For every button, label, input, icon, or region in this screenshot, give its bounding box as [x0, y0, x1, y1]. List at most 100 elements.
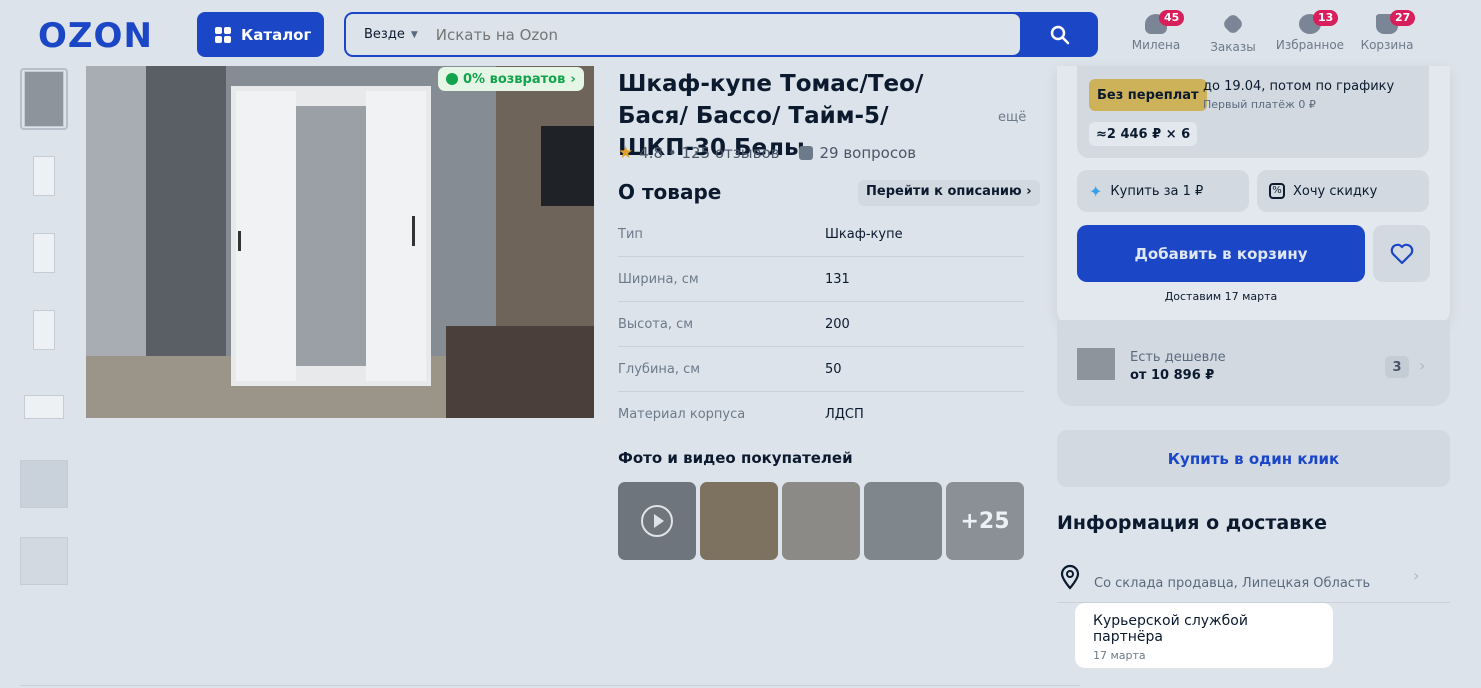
heart-icon	[1390, 243, 1413, 264]
search-bar: Везде ▼	[344, 12, 1098, 57]
chevron-right-icon: ›	[1419, 356, 1426, 375]
spec-row: Высота, см 200	[618, 302, 1024, 347]
returns-badge-label: 0% возвратов	[463, 71, 566, 87]
first-payment: Первый платёж 0 ₽	[1203, 98, 1316, 111]
orders-label: Заказы	[1210, 40, 1256, 54]
title-more-link[interactable]: ещё	[998, 110, 1026, 125]
buy-one-click-button[interactable]: Купить в один клик	[1057, 430, 1450, 487]
gallery-thumbnail[interactable]	[20, 530, 68, 592]
customer-photos-heading: Фото и видео покупателей	[618, 449, 853, 467]
search-icon	[1050, 25, 1070, 44]
rating-reviews-link[interactable]: 4.8 • 125 отзывов	[639, 144, 779, 162]
gallery-thumbnail[interactable]	[20, 453, 68, 515]
location-pin-icon	[1060, 564, 1080, 590]
warehouse-row[interactable]: Со склада продавца, Липецкая Область ›	[1057, 560, 1450, 603]
spec-value: 131	[825, 271, 850, 287]
sparkle-icon: ✦	[1089, 181, 1103, 201]
favorite-button[interactable]	[1373, 225, 1430, 282]
favorites-badge: 13	[1313, 10, 1339, 26]
catalog-button[interactable]: Каталог	[197, 12, 324, 57]
star-icon: ★	[618, 143, 634, 163]
wardrobe-photo	[86, 66, 594, 418]
courier-label: Курьерской службой партнёра	[1093, 613, 1248, 645]
customer-photo[interactable]	[782, 482, 860, 560]
questions-label: 29 вопросов	[819, 144, 917, 162]
profile-label: Милена	[1131, 38, 1181, 52]
goto-description-button[interactable]: Перейти к описанию ›	[858, 180, 1040, 206]
spec-row: Материал корпуса ЛДСП	[618, 392, 1024, 437]
gallery-thumbnail[interactable]	[20, 376, 68, 438]
gallery-thumbnail[interactable]	[20, 299, 68, 361]
play-icon	[641, 505, 673, 537]
customer-photos-more[interactable]: +25	[946, 482, 1024, 560]
spec-row: Тип Шкаф-купе	[618, 212, 1024, 257]
header-cart[interactable]: 27 Корзина	[1347, 10, 1427, 52]
catalog-label: Каталог	[241, 25, 312, 44]
installment-amount: ≈2 446 ₽ × 6	[1089, 122, 1198, 146]
heart-icon: 13	[1299, 10, 1339, 34]
spec-key: Глубина, см	[618, 361, 701, 377]
question-icon	[799, 146, 814, 160]
cheaper-label: Есть дешевле	[1130, 350, 1226, 365]
divider	[20, 685, 1080, 686]
cart-label: Корзина	[1360, 38, 1414, 52]
header-orders[interactable]: Заказы	[1193, 12, 1273, 54]
courier-date: 17 марта	[1093, 649, 1146, 662]
grid-icon	[215, 26, 231, 43]
buy-for-1-button[interactable]: ✦ Купить за 1 ₽	[1077, 170, 1249, 212]
specs-table: Тип Шкаф-купе Ширина, см 131 Высота, см 200…	[618, 212, 1024, 437]
spec-key: Материал корпуса	[618, 407, 746, 422]
customer-photo[interactable]	[864, 482, 942, 560]
chevron-down-icon: ▼	[410, 29, 418, 40]
spec-key: Ширина, см	[618, 271, 699, 287]
spec-value: 50	[825, 361, 842, 377]
spec-key: Тип	[618, 226, 643, 242]
spec-value: 200	[825, 316, 850, 332]
customer-photo[interactable]	[700, 482, 778, 560]
spec-row: Ширина, см 131	[618, 257, 1024, 302]
favorites-label: Избранное	[1275, 38, 1345, 52]
courier-tooltip: Курьерской службой партнёра 17 марта	[1075, 603, 1333, 668]
product-main-image[interactable]	[86, 66, 594, 418]
installment-block[interactable]: Без переплат до 19.04, потом по графику …	[1077, 66, 1429, 158]
return-icon	[446, 73, 458, 85]
search-scope-select[interactable]: Везде ▼	[358, 23, 424, 46]
header-profile[interactable]: 45 Милена	[1116, 10, 1196, 52]
gallery-thumbnail[interactable]	[20, 222, 68, 284]
gallery-thumbnail[interactable]	[20, 68, 68, 130]
buy-for-1-label: Купить за 1 ₽	[1110, 183, 1204, 199]
ozon-logo[interactable]: OZON	[38, 16, 153, 56]
questions-link[interactable]: 29 вопросов	[799, 144, 916, 162]
buy-card: Без переплат до 19.04, потом по графику …	[1057, 66, 1450, 326]
delivery-date: Доставим 17 марта	[1164, 290, 1278, 303]
spec-row: Глубина, см 50	[618, 347, 1024, 392]
cart-icon: 27	[1376, 10, 1416, 34]
want-discount-button[interactable]: % Хочу скидку	[1257, 170, 1429, 212]
add-to-cart-button[interactable]: Добавить в корзину	[1077, 225, 1365, 282]
cheaper-count: 3	[1385, 356, 1409, 378]
search-scope-label: Везде	[364, 27, 405, 42]
warehouse-label: Со склада продавца, Липецкая Область	[1094, 576, 1371, 591]
spec-value: ЛДСП	[825, 407, 864, 422]
cheaper-thumbnail	[1077, 348, 1115, 380]
no-overpay-badge: Без переплат	[1089, 79, 1207, 111]
customer-video[interactable]	[618, 482, 696, 560]
chevron-right-icon: ›	[570, 71, 576, 87]
cheaper-offers[interactable]: Есть дешевле от 10 896 ₽ 3 ›	[1057, 320, 1450, 406]
spec-key: Высота, см	[618, 316, 694, 332]
returns-badge[interactable]: 0% возвратов ›	[438, 67, 584, 91]
want-discount-label: Хочу скидку	[1293, 183, 1378, 199]
search-button[interactable]	[1022, 12, 1098, 57]
profile-badge: 45	[1159, 10, 1185, 26]
rating-row: ★ 4.8 • 125 отзывов 29 вопросов	[618, 143, 916, 163]
cart-badge: 27	[1390, 10, 1416, 26]
customer-photos: +25	[618, 482, 1024, 560]
delivery-info-heading: Информация о доставке	[1057, 512, 1328, 534]
user-icon: 45	[1145, 10, 1185, 34]
header: OZON Каталог Везде ▼ 45 Милена Заказы 13…	[0, 0, 1481, 66]
chevron-right-icon: ›	[1413, 566, 1420, 585]
header-favorites[interactable]: 13 Избранное	[1270, 10, 1350, 52]
search-input[interactable]	[435, 25, 936, 44]
gallery-thumbnail[interactable]	[20, 145, 68, 207]
spec-value: Шкаф-купе	[825, 226, 903, 242]
